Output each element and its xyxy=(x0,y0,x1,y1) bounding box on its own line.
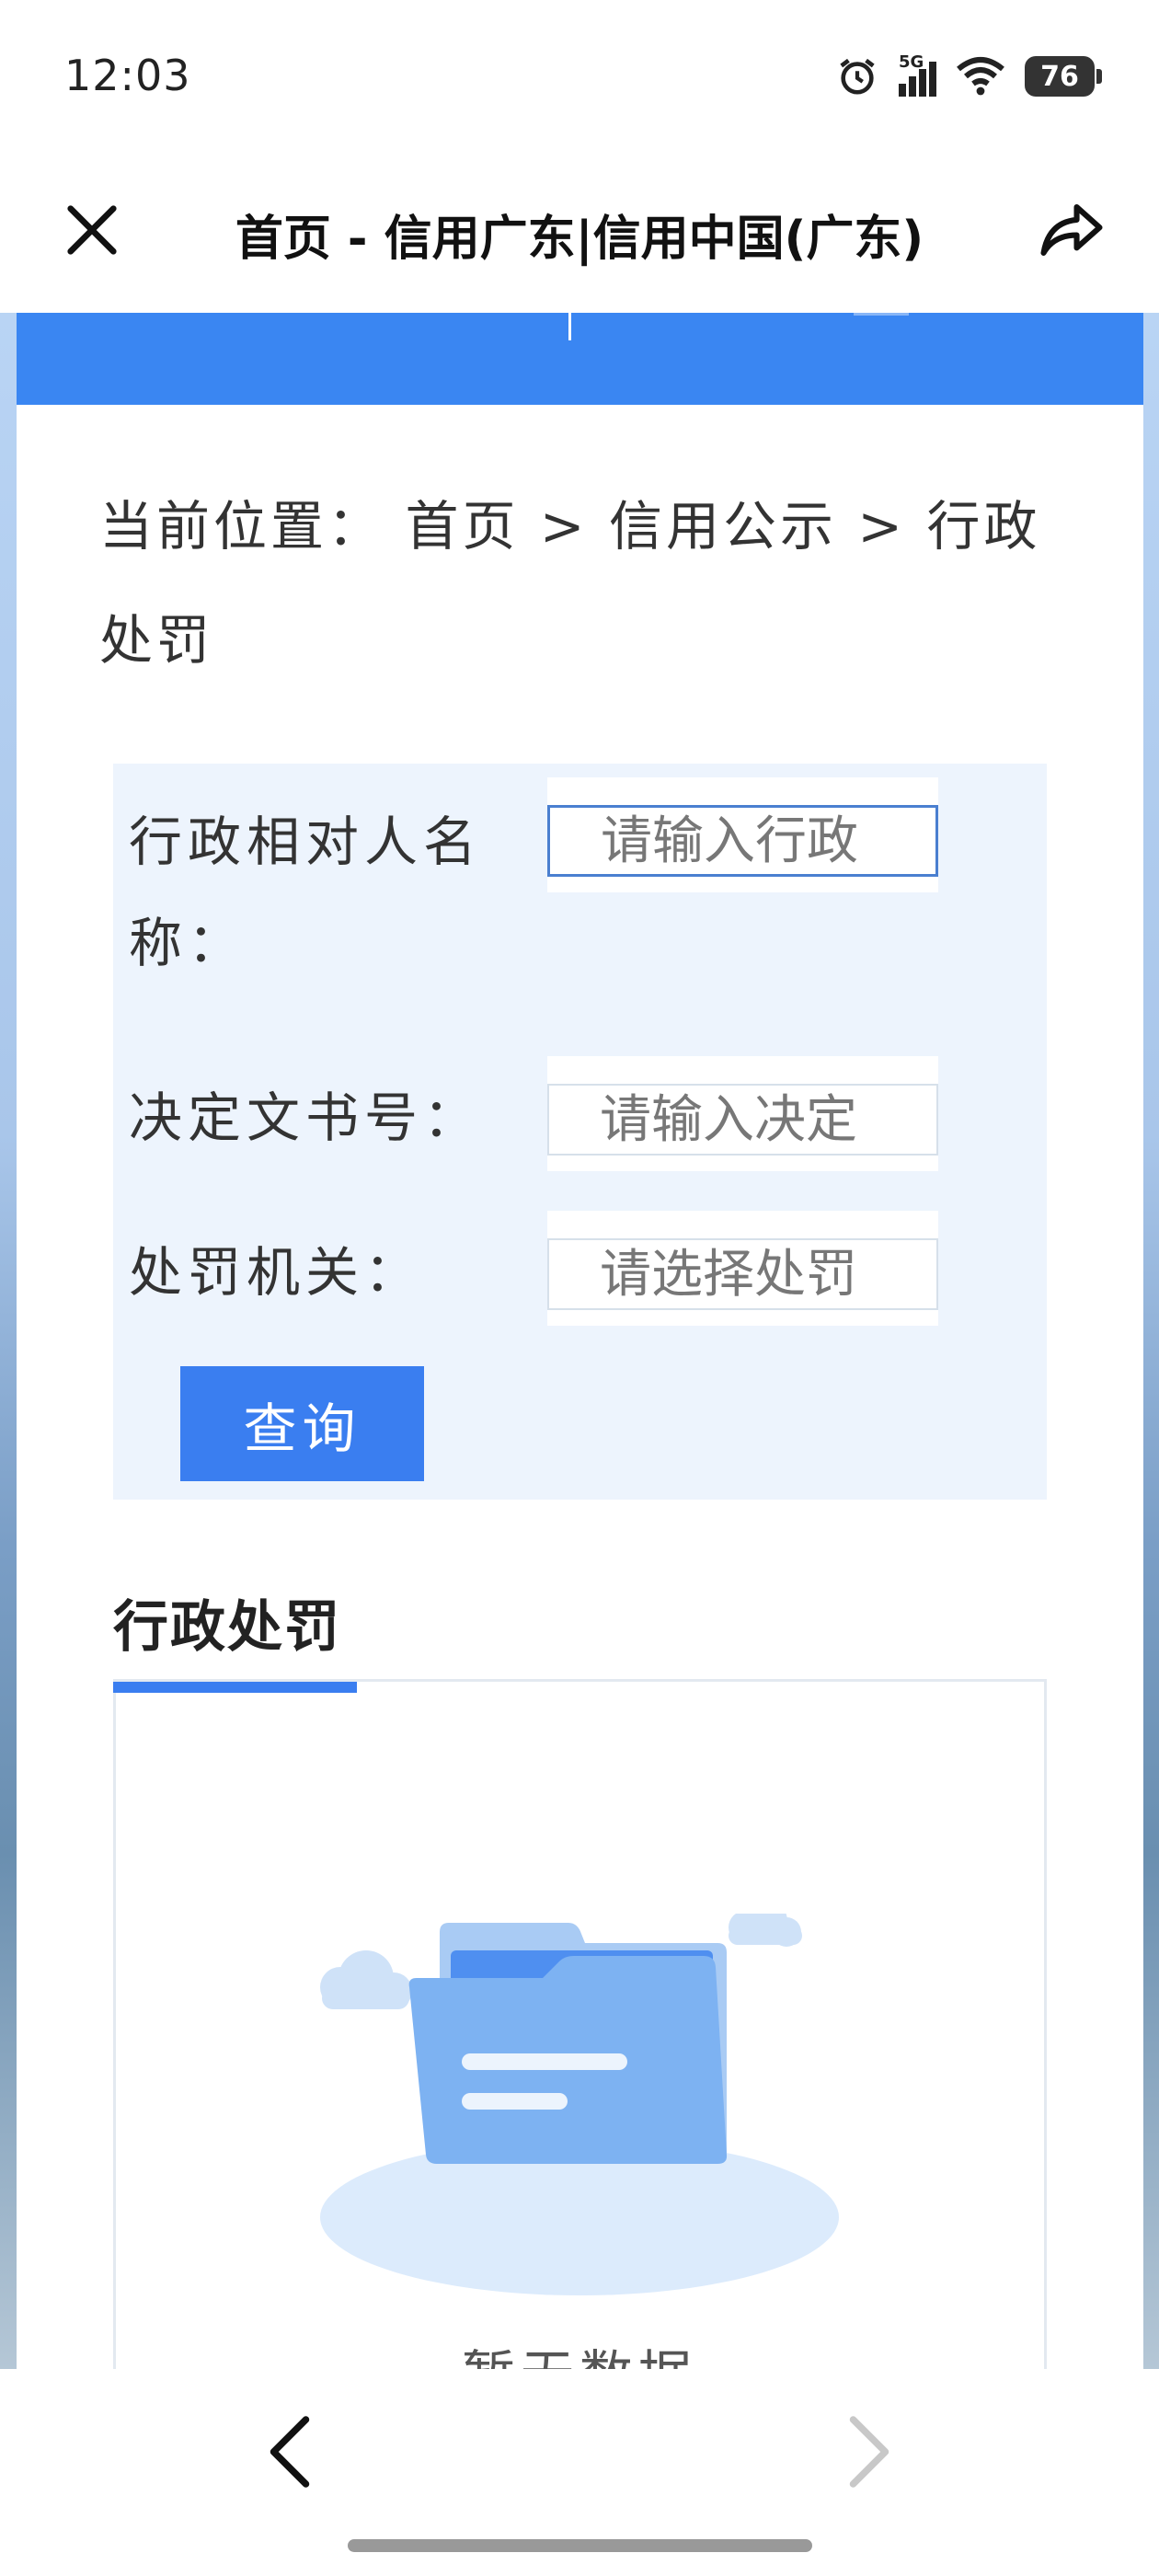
doc-number-label: 决定文书号： xyxy=(129,1087,483,1149)
chevron-left-icon xyxy=(270,2416,310,2488)
close-button[interactable] xyxy=(55,193,129,267)
penalty-org-label: 处罚机关： xyxy=(129,1241,424,1304)
signal-icon: 5G xyxy=(899,52,936,97)
doc-number-input[interactable] xyxy=(547,1084,938,1156)
breadcrumb-home[interactable]: 首页 xyxy=(405,495,519,558)
share-icon xyxy=(1040,204,1103,256)
cloud-right-icon xyxy=(729,1914,802,1947)
breadcrumb-credit-public[interactable]: 信用公示 xyxy=(609,495,837,558)
folder-line-2 xyxy=(462,2093,568,2110)
wifi-icon xyxy=(957,57,1004,96)
battery-icon: 76 xyxy=(1025,56,1102,97)
cloud-left-icon xyxy=(320,1950,412,2009)
breadcrumb-separator: > xyxy=(539,495,589,558)
share-button[interactable] xyxy=(1030,189,1113,271)
penalty-org-select-wrap xyxy=(547,1211,938,1326)
header-banner xyxy=(17,313,1143,405)
breadcrumb-separator: > xyxy=(857,495,907,558)
status-icons: 5G 76 xyxy=(836,52,1102,99)
name-label: 行政相对人名称： xyxy=(129,811,483,974)
chevron-right-icon xyxy=(849,2416,889,2488)
breadcrumb: 当前位置： 首页 > 信用公示 > 行政处罚 xyxy=(99,469,1047,697)
name-input-wrap xyxy=(547,777,938,892)
status-bar: 12:03 5G 76 xyxy=(0,0,1159,152)
page-title: 首页 - 信用广东|信用中国(广东) xyxy=(235,212,924,267)
home-indicator[interactable] xyxy=(348,2539,812,2552)
back-button[interactable] xyxy=(248,2406,331,2498)
folder-line-1 xyxy=(462,2053,627,2070)
status-time: 12:03 xyxy=(64,51,191,100)
name-input[interactable] xyxy=(547,805,938,877)
doc-number-input-wrap xyxy=(547,1056,938,1171)
penalty-org-select[interactable] xyxy=(547,1238,938,1310)
bottom-navigation xyxy=(0,2369,1159,2576)
forward-button[interactable] xyxy=(828,2406,911,2498)
section-tab-indicator xyxy=(113,1682,357,1693)
alarm-icon xyxy=(840,58,875,95)
query-button[interactable]: 查询 xyxy=(180,1366,424,1481)
section-title: 行政处罚 xyxy=(113,1595,341,1660)
title-bar: 首页 - 信用广东|信用中国(广东) xyxy=(0,152,1159,313)
network-type: 5G xyxy=(899,52,924,72)
empty-folder-illustration xyxy=(320,1914,839,2295)
close-icon xyxy=(67,205,117,255)
breadcrumb-prefix: 当前位置： xyxy=(99,495,385,558)
